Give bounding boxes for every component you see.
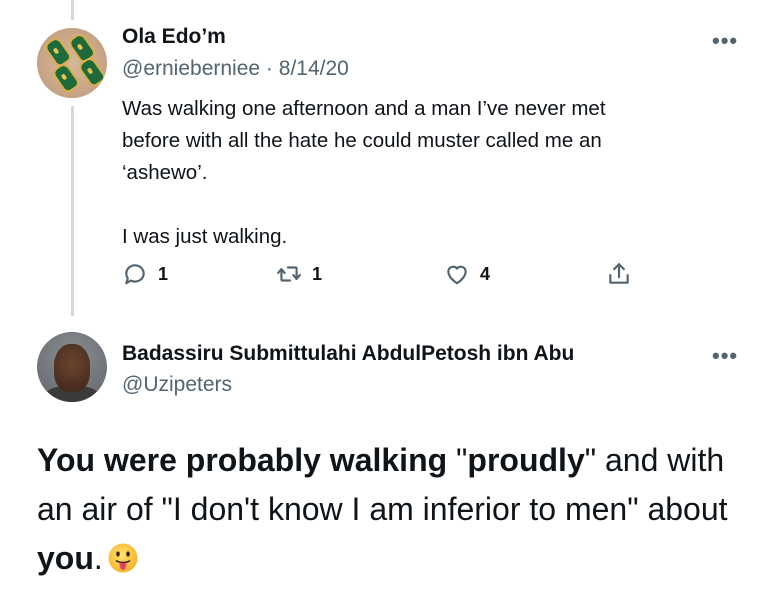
reply-text-segment: you	[37, 540, 94, 576]
reply-count: 1	[158, 263, 169, 284]
author-handle-line: @ernieberniee · 8/14/20	[122, 57, 349, 81]
retweet-button[interactable]: 1	[276, 259, 322, 289]
tweet-date[interactable]: 8/14/20	[279, 57, 349, 80]
reply-text-segment: You were probably walking	[37, 442, 448, 478]
like-count: 4	[480, 263, 491, 284]
heart-icon	[447, 265, 467, 285]
reply-text-segment: "	[447, 442, 468, 478]
tweet-text: Was walking one afternoon and a man I’ve…	[122, 93, 742, 253]
retweet-icon	[277, 266, 301, 282]
author-handle[interactable]: @Uzipeters	[122, 373, 232, 397]
reply-text: You were probably walking "proudly" and …	[37, 436, 757, 583]
like-button[interactable]: 4	[444, 259, 490, 289]
more-options-icon[interactable]: •••	[712, 28, 738, 54]
reply-text-segment: .	[93, 540, 103, 576]
more-options-icon[interactable]: •••	[712, 343, 738, 369]
tweet-text-line: before with all the hate he could muster…	[122, 129, 602, 152]
tongue-out-face-emoji	[108, 543, 138, 573]
avatar[interactable]	[37, 332, 107, 402]
reply-button[interactable]: 1	[122, 259, 168, 289]
thread-line-top	[71, 0, 74, 20]
retweet-count: 1	[312, 263, 323, 284]
share-icon	[609, 263, 629, 284]
tweet-text-line: I was just walking.	[122, 225, 288, 248]
author-name[interactable]: Ola Edo’m	[122, 25, 226, 49]
separator: ·	[265, 57, 273, 80]
avatar[interactable]	[37, 28, 107, 98]
reply-icon	[125, 264, 145, 285]
tweet-text-line: ‘ashewo’.	[122, 161, 208, 184]
share-button[interactable]	[606, 259, 632, 289]
author-handle[interactable]: @ernieberniee	[122, 57, 260, 80]
tweet-text-line: Was walking one afternoon and a man I’ve…	[122, 97, 606, 120]
author-name[interactable]: Badassiru Submittulahi AbdulPetosh ibn A…	[122, 342, 574, 366]
thread-line-bottom	[71, 106, 74, 316]
reply-text-segment: proudly	[467, 442, 585, 478]
